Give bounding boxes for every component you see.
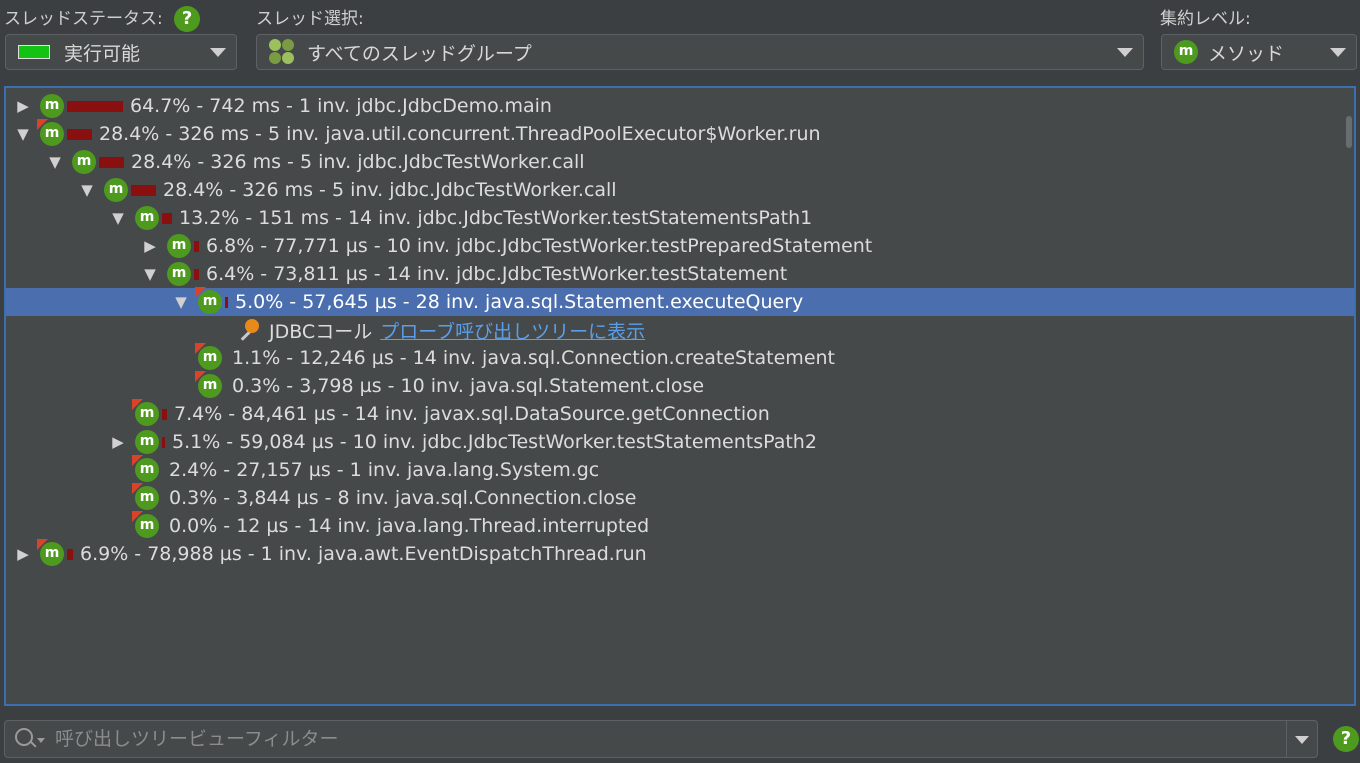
search-icon[interactable] — [15, 728, 45, 750]
thread-groups-icon — [269, 39, 295, 65]
probe-row[interactable]: JDBCコール プローブ呼び出しツリーに表示 — [6, 316, 1354, 344]
filter-history-dropdown[interactable] — [1287, 721, 1317, 757]
thread-select-label: スレッド選択: — [256, 9, 364, 29]
tree-row-label: 6.8% - 77,771 µs - 10 inv. jdbc.JdbcTest… — [206, 235, 873, 257]
aggregation-dropdown[interactable]: m メソッド — [1161, 34, 1357, 70]
tree-row[interactable]: ▼ m 28.4% - 326 ms - 5 inv. java.util.conc… — [6, 119, 1354, 148]
method-icon: m — [37, 539, 64, 566]
method-icon: m — [104, 178, 128, 202]
tree-row-label: 28.4% - 326 ms - 5 inv. jdbc.JdbcTestWor… — [163, 179, 617, 201]
percentage-bar — [225, 296, 228, 308]
tree-row[interactable]: ▶ m 5.1% - 59,084 µs - 10 inv. jdbc.JdbcTe… — [6, 428, 1354, 456]
thread-status-dropdown[interactable]: 実行可能 — [5, 34, 237, 70]
expanded-arrow-icon[interactable]: ▼ — [170, 293, 192, 311]
expanded-arrow-icon[interactable]: ▼ — [44, 153, 66, 171]
tree-row-label: 0.3% - 3,798 µs - 10 inv. java.sql.State… — [232, 375, 705, 397]
tree-row[interactable]: ▶ m 6.9% - 78,988 µs - 1 inv. java.awt.Eve… — [6, 539, 1354, 568]
tree-row[interactable]: ▼ m 28.4% - 326 ms - 5 inv. jdbc.JdbcTestW… — [6, 176, 1354, 204]
percentage-bar — [194, 240, 199, 252]
percentage-bar — [67, 100, 123, 112]
tree-row-label: 0.0% - 12 µs - 14 inv. java.lang.Thread.… — [169, 515, 650, 537]
method-icon: m — [132, 455, 159, 482]
percentage-bar — [67, 548, 73, 560]
tree-row[interactable]: m 7.4% - 84,461 µs - 14 inv. javax.sql.Da… — [6, 399, 1354, 428]
tree-row[interactable]: ▼ m 28.4% - 326 ms - 5 inv. jdbc.JdbcTestW… — [6, 148, 1354, 176]
call-tree[interactable]: ▶ m 64.7% - 742 ms - 1 inv. jdbc.JdbcDemo.… — [4, 86, 1356, 706]
percentage-bar — [99, 156, 124, 168]
method-icon: m — [195, 371, 222, 398]
tree-row-label: 7.4% - 84,461 µs - 14 inv. javax.sql.Dat… — [174, 403, 770, 425]
percentage-bar — [194, 268, 199, 280]
show-in-probe-tree-link[interactable]: プローブ呼び出しツリーに表示 — [380, 317, 645, 344]
filter-input[interactable] — [53, 721, 1286, 757]
method-icon: m — [167, 234, 191, 258]
tree-row-label: 28.4% - 326 ms - 5 inv. jdbc.JdbcTestWor… — [131, 151, 585, 173]
method-icon: m — [1174, 40, 1198, 64]
collapsed-arrow-icon[interactable]: ▶ — [12, 545, 34, 563]
chevron-down-icon — [210, 48, 226, 57]
method-icon: m — [195, 287, 222, 314]
call-tree-filter[interactable] — [4, 720, 1318, 758]
tree-row[interactable]: m 1.1% - 12,246 µs - 14 inv. java.sql.Con… — [6, 343, 1354, 372]
method-icon: m — [132, 483, 159, 510]
tree-row[interactable]: ▶ m 6.8% - 77,771 µs - 10 inv. jdbc.JdbcTe… — [6, 232, 1354, 260]
method-icon: m — [40, 94, 64, 118]
percentage-bar — [162, 212, 172, 224]
chevron-down-icon — [1330, 48, 1346, 57]
tree-row-label: 1.1% - 12,246 µs - 14 inv. java.sql.Conn… — [232, 347, 835, 369]
expanded-arrow-icon[interactable]: ▼ — [76, 181, 98, 199]
tree-row-label: 5.1% - 59,084 µs - 10 inv. jdbc.JdbcTest… — [172, 431, 817, 453]
tree-row-label: 13.2% - 151 ms - 14 inv. jdbc.JdbcTestWo… — [179, 207, 813, 229]
collapsed-arrow-icon[interactable]: ▶ — [12, 97, 34, 115]
tree-row[interactable]: ▼ m 6.4% - 73,811 µs - 14 inv. jdbc.JdbcTe… — [6, 260, 1354, 288]
thread-select-value: すべてのスレッドグループ — [307, 42, 532, 65]
expanded-arrow-icon[interactable]: ▼ — [107, 209, 129, 227]
tree-row-label: 5.0% - 57,645 µs - 28 inv. java.sql.Stat… — [235, 291, 804, 313]
method-icon: m — [132, 511, 159, 538]
tree-row-label: 28.4% - 326 ms - 5 inv. java.util.concur… — [99, 123, 821, 145]
aggregation-value: メソッド — [1208, 42, 1285, 65]
tree-row[interactable]: ▼ m 5.0% - 57,645 µs - 28 inv. java.sql.St… — [6, 287, 1354, 316]
thread-select-dropdown[interactable]: すべてのスレッドグループ — [256, 34, 1144, 70]
runnable-status-icon — [18, 45, 50, 59]
percentage-bar — [162, 408, 167, 420]
method-icon: m — [135, 206, 159, 230]
expanded-arrow-icon[interactable]: ▼ — [139, 265, 161, 283]
aggregation-label: 集約レベル: — [1160, 9, 1251, 29]
method-icon: m — [135, 430, 159, 454]
chevron-down-icon — [1117, 48, 1133, 57]
tree-row[interactable]: ▼ m 13.2% - 151 ms - 14 inv. jdbc.JdbcTest… — [6, 204, 1354, 232]
method-icon: m — [195, 343, 222, 370]
method-icon: m — [132, 399, 159, 426]
tree-row-label: 0.3% - 3,844 µs - 8 inv. java.sql.Connec… — [169, 487, 637, 509]
help-icon[interactable]: ? — [174, 6, 201, 32]
method-icon: m — [167, 262, 191, 286]
percentage-bar — [131, 184, 156, 196]
method-icon: m — [37, 119, 64, 146]
tree-row-label: 6.9% - 78,988 µs - 1 inv. java.awt.Event… — [80, 543, 647, 565]
tree-row[interactable]: m 0.3% - 3,844 µs - 8 inv. java.sql.Conne… — [6, 483, 1354, 512]
method-icon: m — [72, 150, 96, 174]
thread-status-label: スレッドステータス: ? — [4, 4, 201, 32]
tree-row[interactable]: ▶ m 64.7% - 742 ms - 1 inv. jdbc.JdbcDemo.… — [6, 92, 1354, 120]
tree-row-label: 2.4% - 27,157 µs - 1 inv. java.lang.Syst… — [169, 459, 600, 481]
expanded-arrow-icon[interactable]: ▼ — [12, 125, 34, 143]
tree-row[interactable]: m 2.4% - 27,157 µs - 1 inv. java.lang.Sys… — [6, 455, 1354, 484]
tree-row-label: 64.7% - 742 ms - 1 inv. jdbc.JdbcDemo.ma… — [130, 95, 552, 117]
collapsed-arrow-icon[interactable]: ▶ — [107, 433, 129, 451]
tree-row[interactable]: m 0.0% - 12 µs - 14 inv. java.lang.Thread… — [6, 511, 1354, 540]
help-icon[interactable]: ? — [1333, 726, 1359, 752]
tree-row-label: 6.4% - 73,811 µs - 14 inv. jdbc.JdbcTest… — [206, 263, 788, 285]
probe-label: JDBCコール — [269, 320, 373, 343]
tree-row[interactable]: m 0.3% - 3,798 µs - 10 inv. java.sql.Stat… — [6, 371, 1354, 400]
percentage-bar — [67, 128, 92, 140]
thread-status-value: 実行可能 — [64, 42, 141, 65]
percentage-bar — [162, 436, 165, 448]
collapsed-arrow-icon[interactable]: ▶ — [139, 237, 161, 255]
probe-pin-icon — [235, 318, 261, 342]
